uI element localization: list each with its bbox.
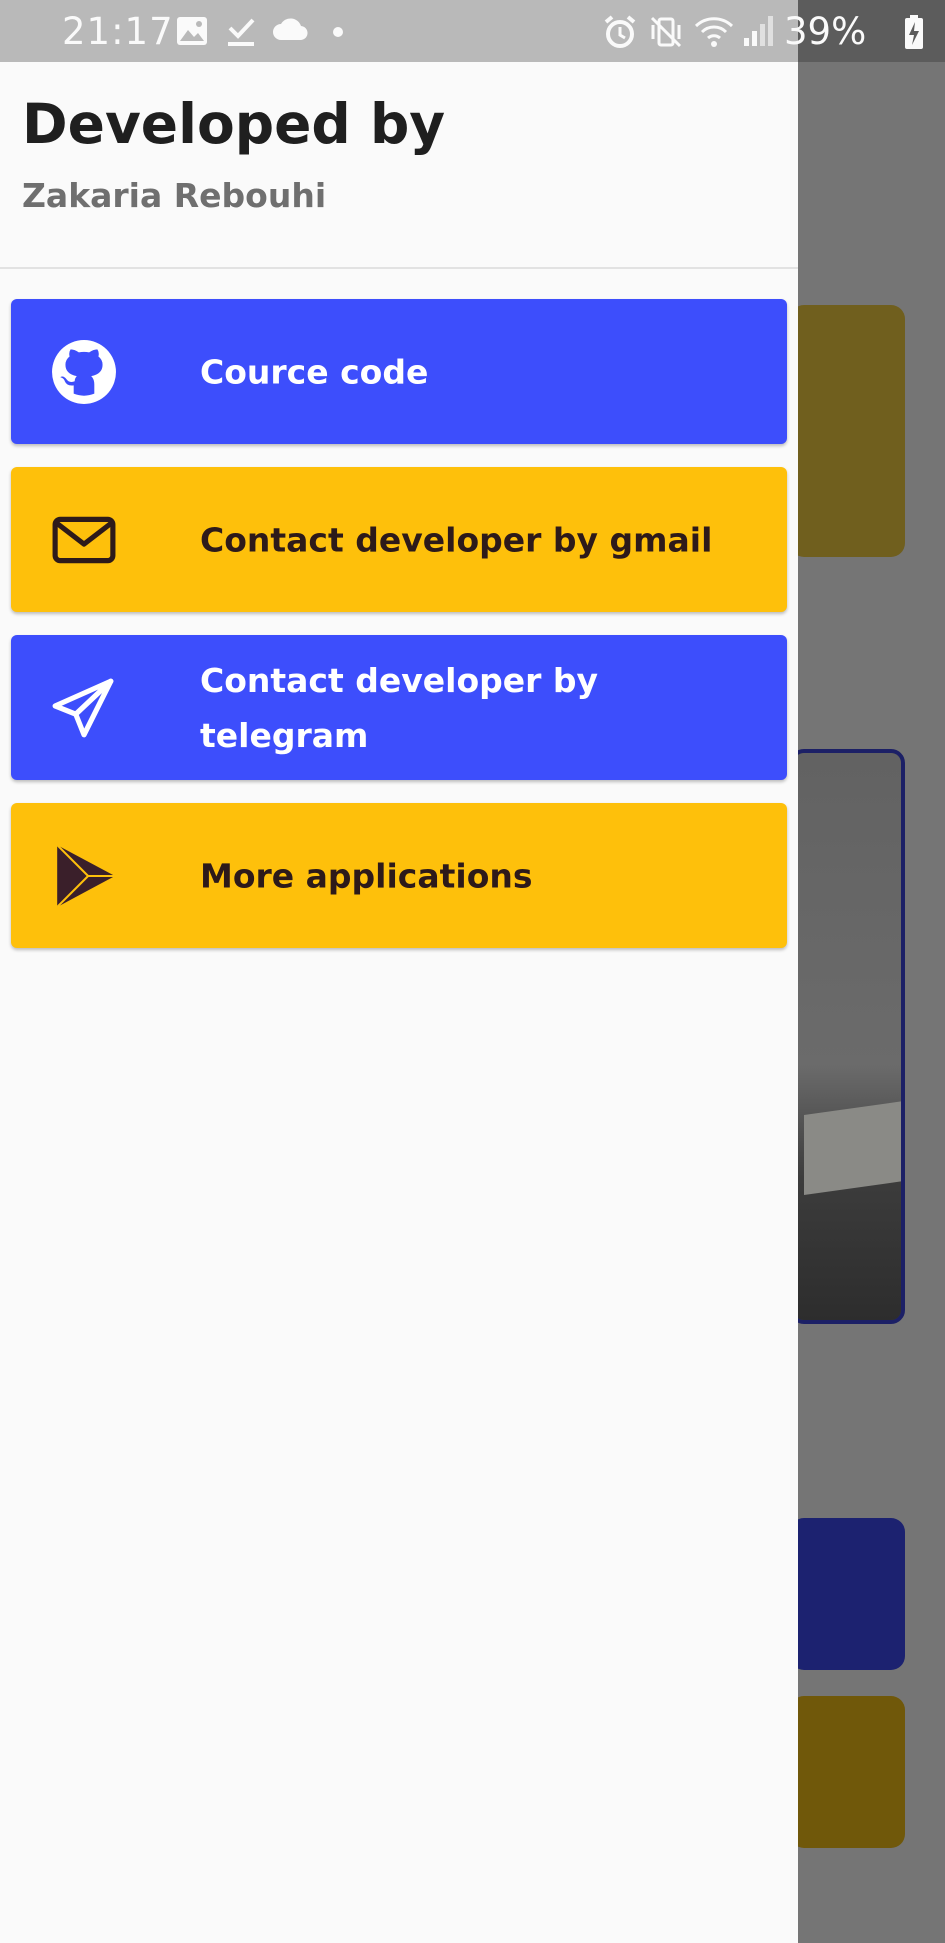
drawer-header: Developed by Zakaria Rebouhi xyxy=(0,62,798,269)
more-applications-button[interactable]: More applications xyxy=(11,803,787,948)
developer-name: Zakaria Rebouhi xyxy=(22,176,327,215)
github-icon xyxy=(52,340,116,404)
mail-icon xyxy=(52,516,116,564)
wifi-icon xyxy=(694,17,734,47)
contact-telegram-button[interactable]: Contact developer by telegram xyxy=(11,635,787,780)
source-code-button[interactable]: Cource code xyxy=(11,299,787,444)
play-store-icon xyxy=(56,844,115,908)
telegram-icon xyxy=(52,678,114,738)
status-bar: 21:17 39% xyxy=(0,0,945,62)
contact-gmail-button[interactable]: Contact developer by gmail xyxy=(11,467,787,612)
alarm-icon xyxy=(604,15,636,48)
dot-icon xyxy=(333,27,343,37)
status-time: 21:17 xyxy=(62,10,174,53)
signal-icon xyxy=(744,16,773,46)
battery-percent: 39% xyxy=(784,10,867,53)
vibrate-icon xyxy=(650,16,682,48)
battery-charging-icon xyxy=(905,15,923,49)
background-image-card xyxy=(790,749,905,1324)
drawer-title: Developed by xyxy=(22,92,446,156)
background-card xyxy=(790,1696,905,1848)
background-photo-papers xyxy=(804,1100,901,1196)
background-card xyxy=(790,1518,905,1670)
background-photo xyxy=(794,753,901,1320)
more-applications-label: More applications xyxy=(200,856,533,895)
contact-telegram-label: Contact developer by telegram xyxy=(200,660,599,755)
navigation-drawer: Developed by Zakaria Rebouhi Cource code… xyxy=(0,62,798,1943)
background-card xyxy=(790,305,905,557)
source-code-label: Cource code xyxy=(200,352,429,391)
cloud-icon xyxy=(273,18,308,41)
contact-gmail-label: Contact developer by gmail xyxy=(200,520,713,559)
download-done-icon xyxy=(228,18,255,46)
image-icon xyxy=(177,17,207,45)
